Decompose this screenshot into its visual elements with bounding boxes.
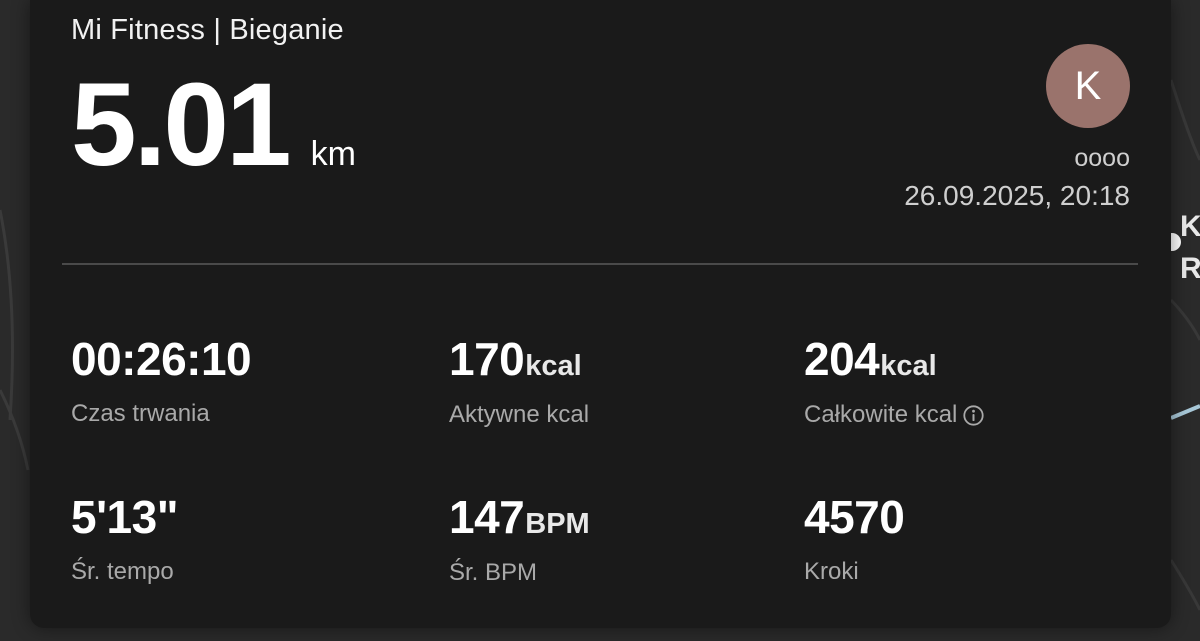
- stat-value: 170: [449, 333, 525, 385]
- distance-display: 5.01 km: [71, 66, 356, 184]
- stat-avg-pace: 5'13" Śr. tempo: [71, 494, 179, 586]
- info-icon[interactable]: [963, 404, 984, 426]
- stat-unit: kcal: [880, 350, 937, 382]
- stat-label: Aktywne kcal: [449, 401, 590, 428]
- workout-datetime: 26.09.2025, 20:18: [904, 180, 1130, 211]
- distance-value: 5.01: [71, 59, 292, 191]
- map-edge-label-1: K: [1180, 210, 1200, 243]
- stat-value: 5'13": [71, 491, 179, 543]
- stat-active-kcal: 170 kcal Aktywne kcal: [449, 336, 589, 429]
- stat-value: 4570: [804, 491, 905, 543]
- stat-label: Czas trwania: [71, 400, 210, 427]
- stat-unit: kcal: [525, 350, 582, 382]
- stat-value: 00:26:10: [71, 333, 252, 385]
- stat-label: Śr. BPM: [449, 559, 538, 586]
- stat-label: Śr. tempo: [71, 558, 174, 585]
- stat-total-kcal: 204 kcal Całkowite kcal: [804, 336, 984, 429]
- distance-unit: km: [310, 135, 356, 173]
- stat-value: 147: [449, 491, 525, 543]
- workout-summary-card: Mi Fitness | Bieganie 5.01 km K oooo 26.…: [30, 0, 1171, 628]
- stat-avg-bpm: 147 BPM Śr. BPM: [449, 494, 590, 587]
- stat-label: Kroki: [804, 558, 859, 585]
- stat-value: 204: [804, 333, 880, 385]
- stat-steps: 4570 Kroki: [804, 494, 905, 586]
- app-title: Mi Fitness | Bieganie: [71, 14, 344, 46]
- map-edge-label-2: R: [1180, 252, 1200, 285]
- stat-unit: BPM: [525, 508, 590, 540]
- stat-label: Całkowite kcal: [804, 401, 958, 428]
- username: oooo: [1074, 144, 1130, 172]
- stat-duration: 00:26:10 Czas trwania: [71, 336, 252, 428]
- avatar[interactable]: K: [1046, 44, 1130, 128]
- divider: [62, 263, 1138, 265]
- route-line: [1170, 404, 1200, 420]
